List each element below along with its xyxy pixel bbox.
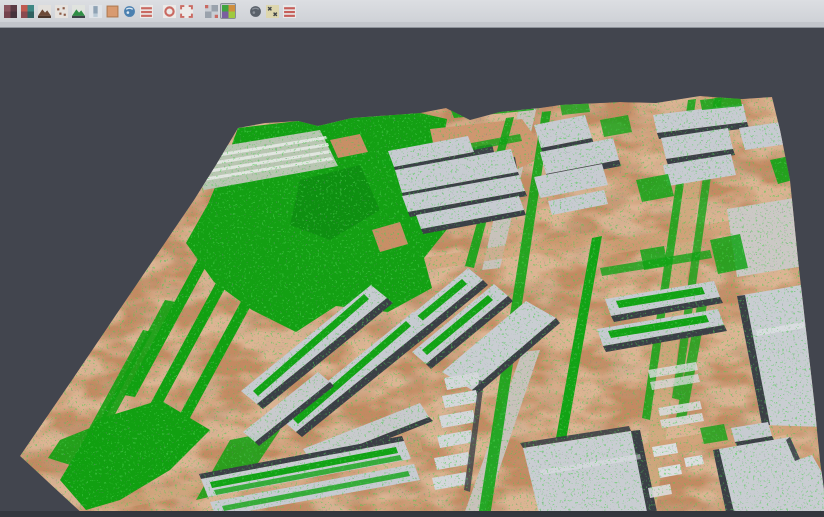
ground-points-icon[interactable]	[53, 3, 69, 19]
profile-view-icon[interactable]	[87, 3, 103, 19]
globe-view-icon[interactable]	[121, 3, 137, 19]
scene-svg[interactable]	[0, 27, 824, 517]
toolbar-divider	[0, 22, 824, 28]
orthophoto-icon[interactable]	[104, 3, 120, 19]
attribute-table-icon[interactable]	[138, 3, 154, 19]
rect-select-icon[interactable]	[178, 3, 194, 19]
viewport-bottom-strip	[0, 511, 824, 517]
3d-viewport[interactable]	[0, 27, 824, 517]
model-cube-icon[interactable]	[2, 3, 18, 19]
sphere-dark-icon[interactable]	[247, 3, 263, 19]
export-tile-icon[interactable]	[264, 3, 280, 19]
vegetation-surface-icon[interactable]	[70, 3, 86, 19]
circle-select-icon[interactable]	[161, 3, 177, 19]
toolbar	[0, 0, 824, 22]
terrain-surface-icon[interactable]	[36, 3, 52, 19]
clip-box-icon[interactable]	[281, 3, 297, 19]
classification-colors-icon[interactable]	[220, 3, 236, 19]
classify-points-icon[interactable]	[19, 3, 35, 19]
grid-tiles-icon[interactable]	[203, 3, 219, 19]
app-window	[0, 0, 824, 517]
